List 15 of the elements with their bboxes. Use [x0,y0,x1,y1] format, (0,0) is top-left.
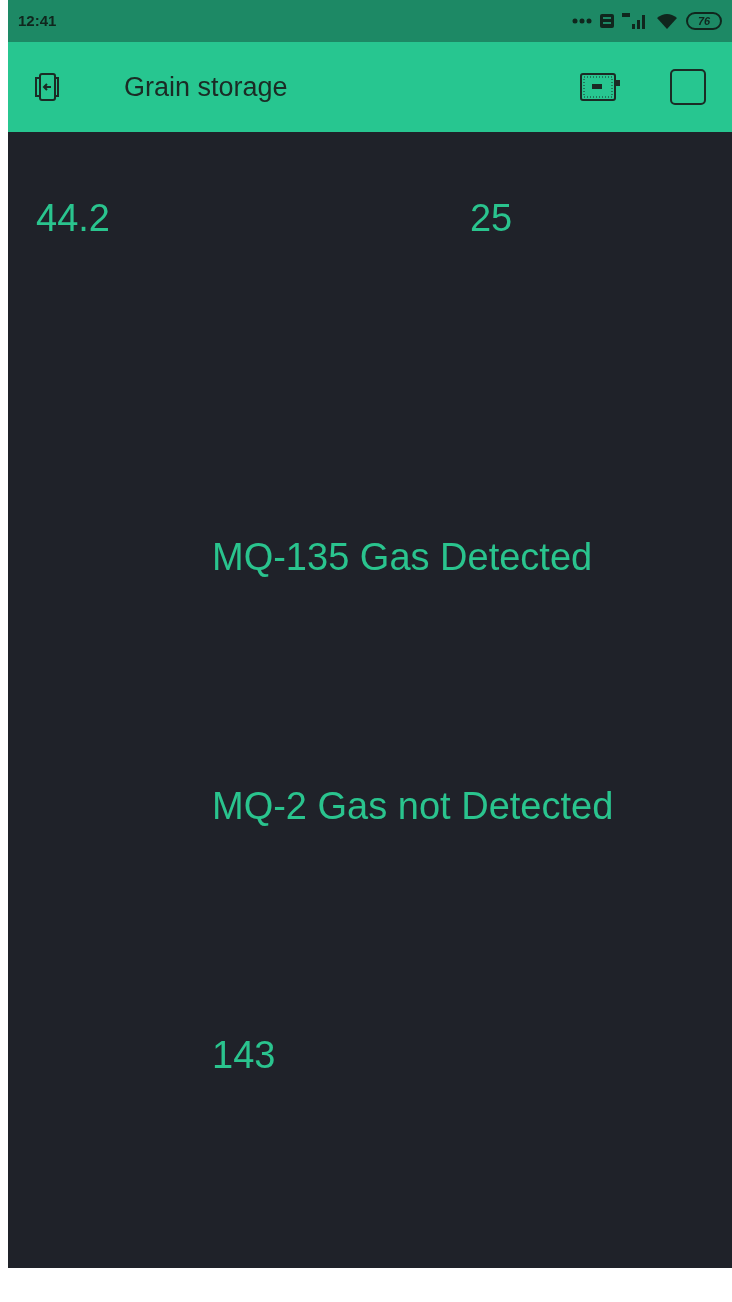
value-display: MQ-2 Gas not Detected [212,784,614,829]
value-display: 25 [469,196,513,241]
value-display: MQ-135 Gas Detected [212,535,593,580]
battery-icon: 76 [686,12,722,30]
square-button[interactable] [670,69,706,105]
header-title: Grain storage [124,70,288,104]
value-display: 143 [212,1033,276,1078]
wifi-icon [656,13,678,29]
cell-signal-icon [622,13,648,29]
value-display: 44.2 [36,196,110,241]
volte-icon [600,14,614,28]
device-board-icon[interactable] [580,73,620,101]
back-icon[interactable] [34,72,60,102]
more-dots-icon [572,18,592,24]
status-time: 12:41 [18,10,57,31]
